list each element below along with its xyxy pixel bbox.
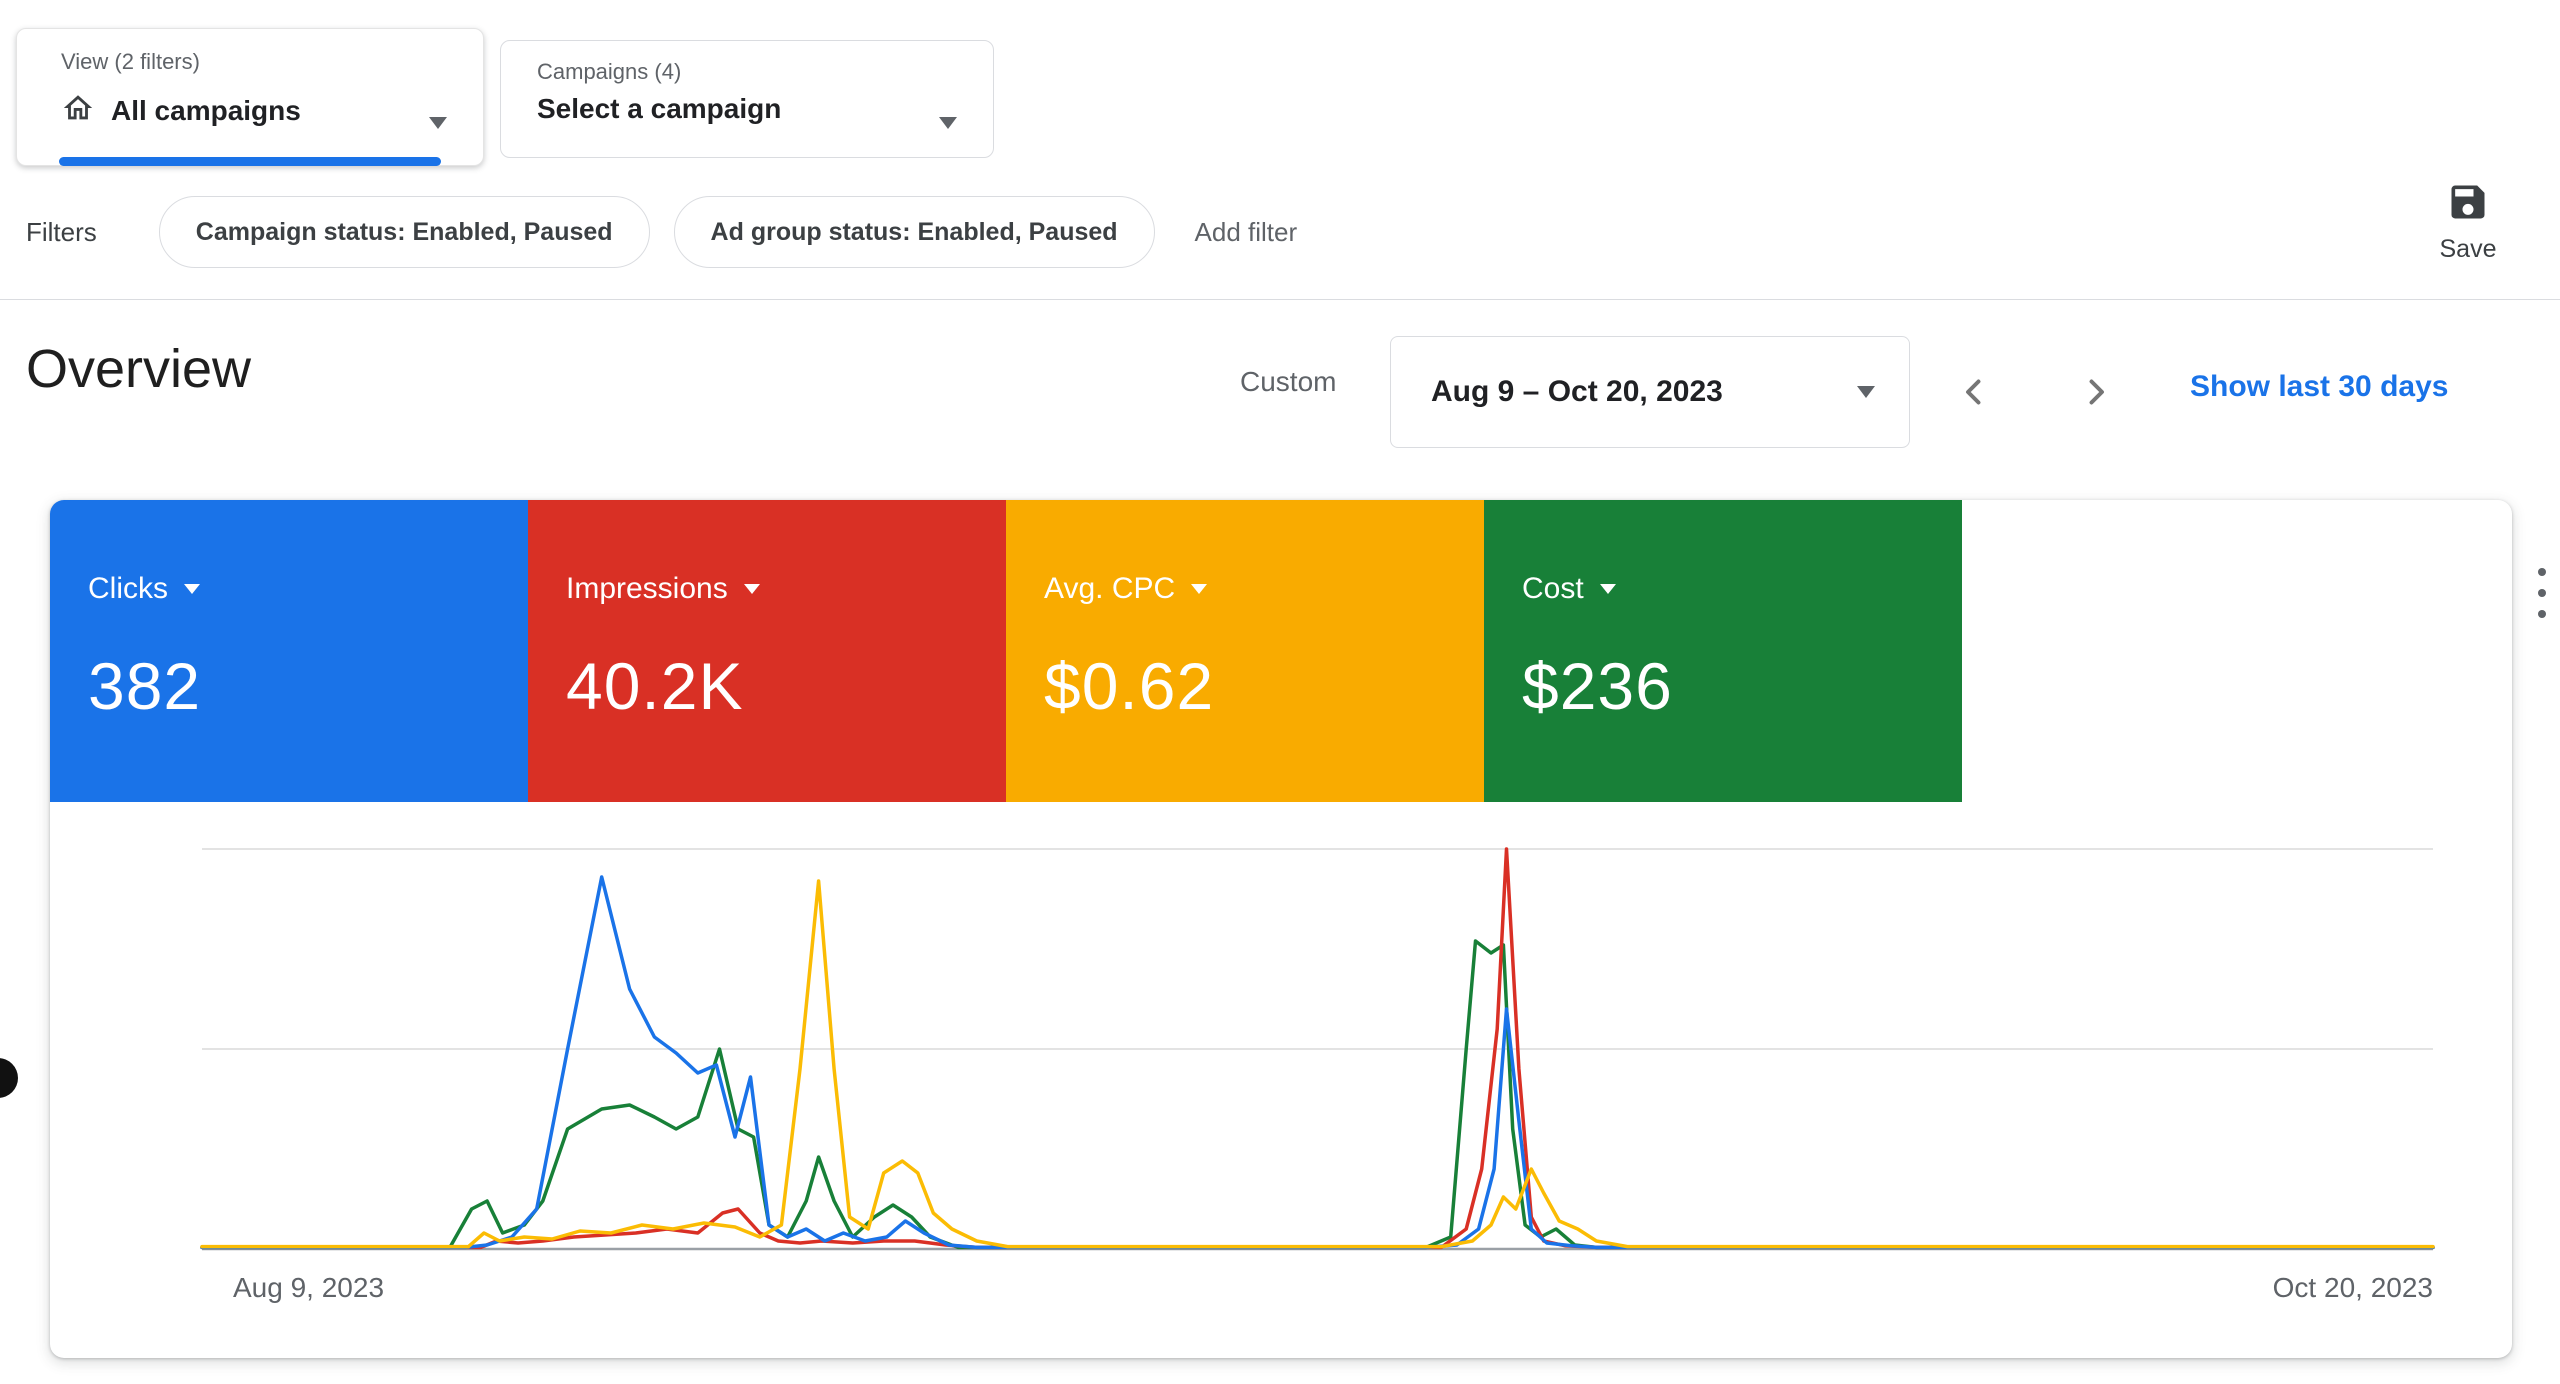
metric-label: Cost <box>1522 572 1584 605</box>
metric-value: 382 <box>88 649 202 723</box>
x-axis-end-label: Oct 20, 2023 <box>2272 1272 2433 1303</box>
save-icon <box>2446 180 2490 229</box>
campaign-selector-label: Campaigns (4) <box>537 59 682 84</box>
kebab-dot <box>2538 610 2546 618</box>
campaign-selector-row: Select a campaign <box>537 93 781 125</box>
date-mode-label: Custom <box>1240 366 1337 397</box>
date-range-selector[interactable]: Aug 9 – Oct 20, 2023 <box>1390 336 1910 448</box>
campaign-selector-value: Select a campaign <box>537 93 782 124</box>
chevron-down-icon <box>1599 584 1616 594</box>
chevron-left-icon <box>1966 379 1981 405</box>
metric-tab-impressions[interactable]: Impressions 40.2K <box>528 500 1006 802</box>
show-last-30-days-link[interactable]: Show last 30 days <box>2190 370 2448 404</box>
view-selector-label: View (2 filters) <box>61 49 200 74</box>
campaign-selector[interactable]: Campaigns (4) Select a campaign <box>500 40 994 158</box>
view-selector[interactable]: View (2 filters) All campaigns <box>16 28 484 166</box>
metric-label: Clicks <box>88 572 168 605</box>
kebab-dot <box>2538 589 2546 597</box>
chevron-down-icon <box>743 584 760 594</box>
filters-label: Filters <box>26 216 97 247</box>
metric-tabs: Clicks 382 Impressions 40.2K Avg. CPC $0… <box>50 500 2512 802</box>
metric-label: Impressions <box>566 572 728 605</box>
more-options-button[interactable] <box>2534 564 2550 622</box>
view-selector-value: All campaigns <box>111 94 301 126</box>
metric-label-row: Cost <box>1522 572 1616 606</box>
active-tab-indicator <box>59 157 441 166</box>
chevron-down-icon <box>939 117 957 129</box>
section-divider <box>0 299 2560 300</box>
metric-label-row: Clicks <box>88 572 200 606</box>
metric-value: $236 <box>1522 649 1673 723</box>
metric-tab-avg-cpc[interactable]: Avg. CPC $0.62 <box>1006 500 1484 802</box>
chevron-down-icon <box>1191 584 1208 594</box>
metric-label-row: Avg. CPC <box>1044 572 1208 606</box>
chevron-down-icon <box>184 584 200 594</box>
metric-tab-clicks[interactable]: Clicks 382 <box>50 500 528 802</box>
filter-chip-ad-group-status[interactable]: Ad group status: Enabled, Paused <box>673 196 1155 268</box>
x-axis-start-label: Aug 9, 2023 <box>233 1272 385 1303</box>
chevron-right-icon <box>2089 379 2104 405</box>
date-range-value: Aug 9 – Oct 20, 2023 <box>1431 375 1723 408</box>
page-title: Overview <box>26 339 252 399</box>
home-icon <box>61 91 95 130</box>
filters-bar: Filters Campaign status: Enabled, Paused… <box>26 196 1297 268</box>
save-button[interactable]: Save <box>2424 180 2512 264</box>
screen-edge-artifact <box>0 1058 18 1098</box>
chevron-down-icon <box>429 117 447 129</box>
kebab-dot <box>2538 568 2546 576</box>
view-selector-row: All campaigns <box>61 91 301 130</box>
save-button-label: Save <box>2439 235 2497 263</box>
metric-value: $0.62 <box>1044 649 1215 723</box>
metric-tab-cost[interactable]: Cost $236 <box>1484 500 1962 802</box>
filter-chip-campaign-status[interactable]: Campaign status: Enabled, Paused <box>158 196 650 268</box>
metric-value: 40.2K <box>566 649 744 723</box>
chevron-down-icon <box>1857 386 1875 398</box>
next-period-button[interactable] <box>2064 360 2128 424</box>
previous-period-button[interactable] <box>1942 360 2006 424</box>
metric-label-row: Impressions <box>566 572 760 606</box>
metric-label: Avg. CPC <box>1044 572 1176 605</box>
overview-card: Clicks 382 Impressions 40.2K Avg. CPC $0… <box>50 500 2512 1358</box>
add-filter-button[interactable]: Add filter <box>1195 217 1298 248</box>
